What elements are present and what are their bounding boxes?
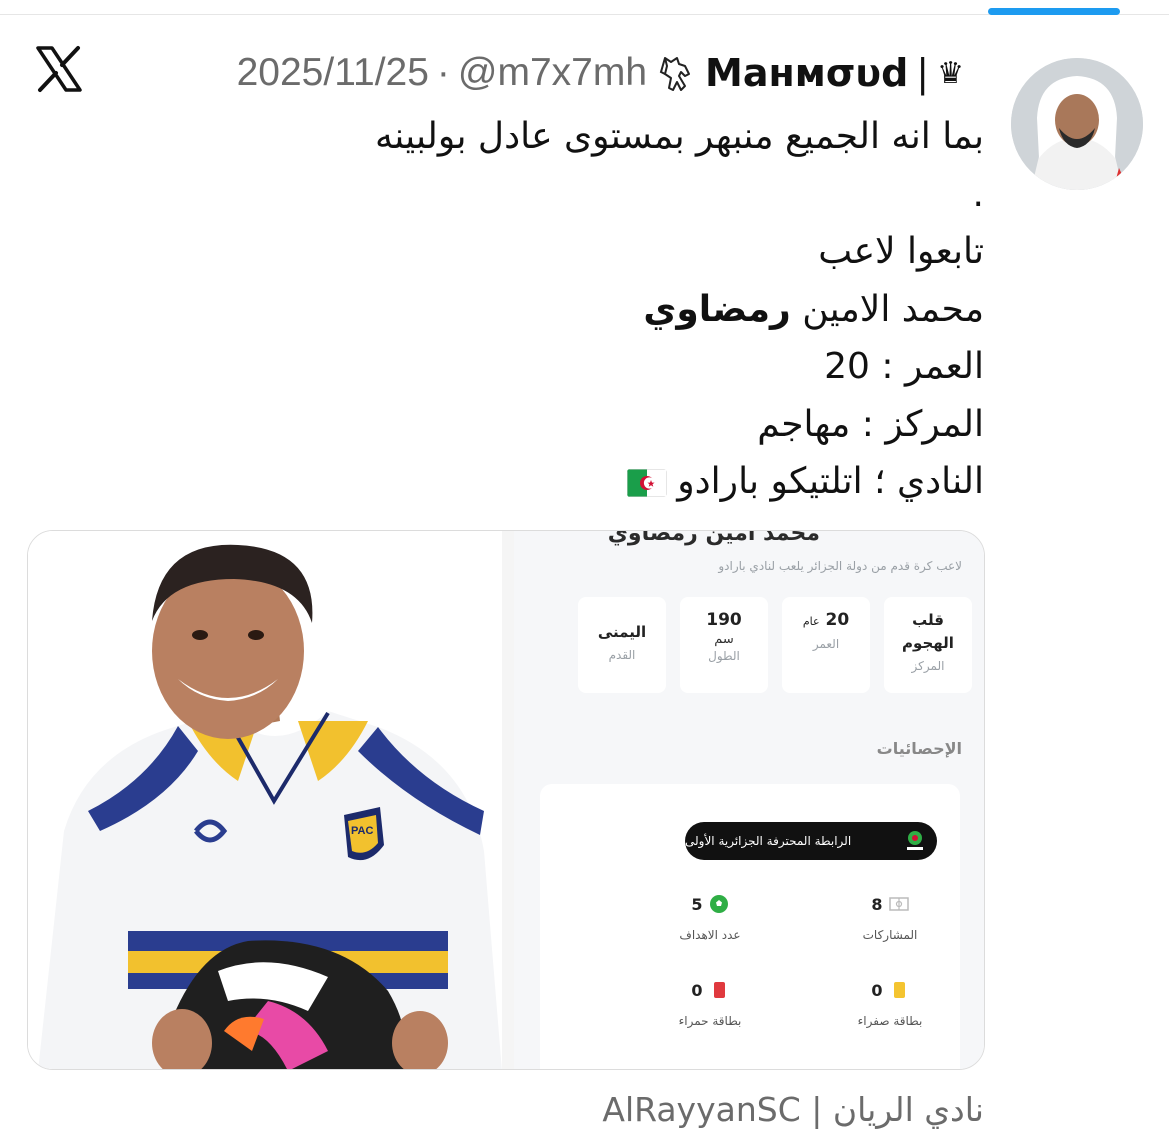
info-age: 20 عام العمر — [782, 597, 870, 693]
red-card-icon — [713, 982, 725, 998]
tweet-body: بما انه الجميع منبهر بمستوى عادل بولبينه… — [224, 108, 984, 511]
meta-separator: · — [436, 51, 450, 94]
info-height-label: الطول — [708, 649, 740, 663]
display-name[interactable]: Maнмσυd — [705, 51, 908, 95]
algeria-flag-icon — [627, 469, 668, 497]
card-player-name: محمد امين رمضاوي — [607, 530, 820, 546]
tweet-screenshot: 2025/11/25 · @m7x7mh Maнмσυd | ♛ بما انه… — [0, 0, 1169, 1147]
pitch-icon — [888, 897, 909, 911]
info-position-value: قلب الهجوم — [902, 611, 954, 652]
player-card-screenshot: محمد امين رمضاوي لاعب كرة قدم من دولة ال… — [514, 530, 984, 1069]
info-height-unit: سم — [714, 632, 734, 647]
stat-appearances-label: المشاركات — [862, 928, 918, 942]
tweet-media[interactable]: PAC محمد امين رمضاوي لاعب كرة قدم من دول… — [27, 530, 985, 1070]
x-logo-icon[interactable] — [34, 44, 84, 94]
stat-red-label: بطاقة حمراء — [678, 1014, 742, 1028]
stat-goals-label: عدد الاهداف — [679, 928, 741, 942]
info-age-unit: عام — [802, 615, 820, 628]
info-height: 190 سم الطول — [680, 597, 768, 693]
club-text: النادي ؛ اتلتيكو بارادو — [677, 461, 984, 502]
player-photo: PAC — [28, 531, 502, 1069]
info-foot-label: القدم — [608, 648, 636, 662]
stat-yellow-value: 0 — [871, 980, 883, 1000]
source-attribution[interactable]: نادي الريان | AlRayyanSC — [602, 1090, 984, 1129]
player-last-name: رمضاوي — [643, 288, 791, 330]
stat-yellow-cards: 0 بطاقة صفراء — [840, 980, 940, 1029]
tweet-line-player: محمد الامين رمضاوي — [224, 281, 984, 339]
league-name: الرابطة المحترفة الجزائرية الأولى — [685, 834, 852, 848]
info-age-label: العمر — [812, 637, 840, 651]
svg-text:PAC: PAC — [351, 825, 373, 837]
media-divider — [502, 531, 514, 1069]
info-age-number: 20 — [825, 610, 850, 630]
tweet-date[interactable]: 2025/11/25 — [237, 51, 429, 95]
tweet-header: 2025/11/25 · @m7x7mh Maнмσυd | ♛ — [104, 48, 964, 98]
info-height-value: 190 — [706, 610, 742, 630]
stat-appearances-value: 8 — [871, 894, 883, 914]
info-foot-value: اليمنى — [597, 623, 647, 641]
crown-icon: ♛ — [937, 55, 964, 91]
avatar[interactable] — [1011, 58, 1143, 190]
info-position: قلب الهجوم المركز — [884, 597, 972, 693]
info-foot: اليمنى القدم — [578, 597, 666, 693]
stats-title: الإحصائيات — [876, 739, 962, 758]
stat-appearances: 8 المشاركات — [840, 894, 940, 943]
tweet-line-dot: . — [972, 173, 984, 215]
info-position-label: المركز — [911, 659, 945, 673]
card-subtitle: لاعب كرة قدم من دولة الجزائر يلعب لنادي … — [718, 559, 962, 573]
league-badge: الرابطة المحترفة الجزائرية الأولى — [685, 822, 937, 860]
yellow-card-icon — [893, 982, 905, 998]
stat-yellow-label: بطاقة صفراء — [857, 1014, 923, 1028]
horse-icon — [659, 57, 691, 91]
football-icon — [709, 895, 728, 913]
tweet-line-follow: تابعوا لاعب — [818, 231, 984, 272]
avatar-portrait — [1011, 58, 1143, 190]
stat-red-cards: 0 بطاقة حمراء — [660, 980, 760, 1029]
tweet-line-1: بما انه الجميع منبهر بمستوى عادل بولبينه — [375, 116, 984, 157]
stat-red-value: 0 — [691, 980, 703, 1000]
league-logo-icon — [907, 831, 923, 850]
stat-goals: 5 عدد الاهداف — [660, 894, 760, 943]
user-handle[interactable]: @m7x7mh — [458, 51, 647, 95]
tweet-line-age: العمر : 20 — [824, 346, 984, 387]
name-pipe: | — [916, 51, 930, 95]
player-first-name: محمد الامين — [802, 288, 984, 330]
scroll-indicator — [988, 8, 1120, 15]
tweet-line-club: النادي ؛ اتلتيكو بارادو — [224, 453, 984, 511]
info-age-value: 20 عام — [782, 609, 870, 633]
stat-goals-value: 5 — [691, 894, 703, 914]
stats-panel: الرابطة المحترفة الجزائرية الأولى 8 المش… — [540, 784, 960, 1069]
tweet-line-position: المركز : مهاجم — [757, 403, 984, 445]
